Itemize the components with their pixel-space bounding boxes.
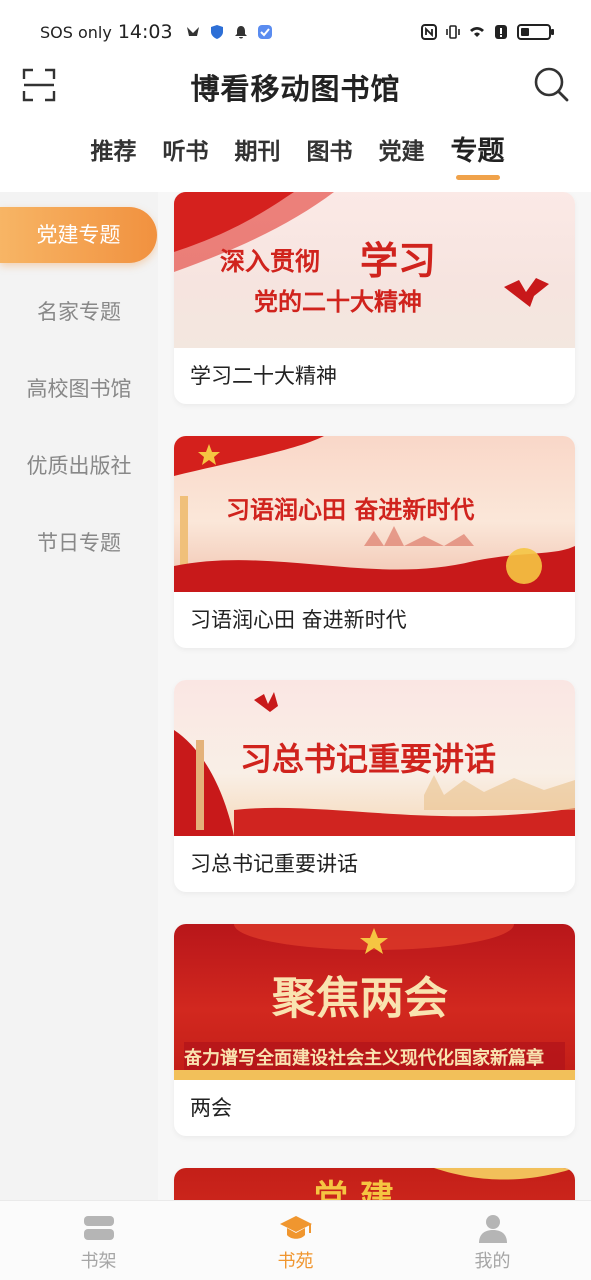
topic-card[interactable]: 习语润心田 奋进新时代 习语润心田 奋进新时代 [174, 436, 575, 648]
clock: 14:03 [117, 21, 173, 43]
status-bar: SOS only 14:03 [0, 0, 591, 64]
topic-banner: 习总书记重要讲话 [174, 680, 575, 836]
alert-icon [495, 25, 507, 39]
topic-list: 深入贯彻 学习 党的二十大精神 学习二十大精神 习语润心田 奋进新时代 习语润心… [158, 192, 591, 1200]
topic-banner: 聚焦两会 奋力谱写全面建设社会主义现代化国家新篇章 [174, 924, 575, 1080]
bookshelf-icon [83, 1216, 114, 1240]
user-icon [478, 1215, 507, 1243]
app-notification-icon [186, 27, 199, 36]
topic-banner: 习语润心田 奋进新时代 [174, 436, 575, 592]
tab-audiobooks[interactable]: 听书 [163, 130, 209, 174]
shield-icon [210, 25, 223, 39]
sidebar-item-quality-publishers[interactable]: 优质出版社 [0, 438, 158, 494]
graduation-cap-icon [279, 1216, 312, 1239]
nav-label: 我的 [474, 1251, 511, 1272]
sidebar-item-holiday-topics[interactable]: 节日专题 [0, 515, 158, 571]
bottom-navigation: 书架 书苑 我的 [0, 1200, 591, 1280]
category-tabs: 推荐 听书 期刊 图书 党建 专题 [0, 130, 591, 186]
banner-text: 习语润心田 奋进新时代 [226, 495, 475, 524]
sidebar-item-party-topics[interactable]: 党建专题 [0, 207, 157, 263]
topic-card[interactable]: 深入贯彻 学习 党的二十大精神 学习二十大精神 [174, 192, 575, 404]
banner-sub: 奋力谱写全面建设社会主义现代化国家新篇章 [184, 1048, 544, 1069]
banner-big: 学习 [360, 238, 437, 283]
banner-text: 习总书记重要讲话 [240, 740, 497, 778]
topic-card[interactable]: 聚焦两会 奋力谱写全面建设社会主义现代化国家新篇章 两会 [174, 924, 575, 1136]
topic-title: 两会 [190, 1096, 232, 1120]
bell-icon [234, 26, 247, 39]
banner-line1: 深入贯彻 [220, 247, 321, 276]
nfc-icon [421, 24, 437, 40]
battery-icon [517, 24, 554, 40]
nav-profile[interactable]: 我的 [394, 1201, 591, 1280]
banner-line2: 党的二十大精神 [254, 287, 422, 316]
app-icon [257, 25, 272, 39]
banner-big: 聚焦两会 [272, 973, 448, 1024]
vibrate-icon [446, 25, 460, 39]
nav-bookshelf[interactable]: 书架 [0, 1201, 197, 1280]
topic-card[interactable]: 党 建 [174, 1168, 575, 1200]
tab-topics[interactable]: 专题 [451, 130, 505, 174]
topic-title: 习语润心田 奋进新时代 [190, 608, 407, 632]
app-title: 博看移动图书馆 [190, 72, 401, 106]
sidebar-item-famous-authors[interactable]: 名家专题 [0, 284, 158, 340]
wifi-icon [470, 27, 484, 37]
nav-label: 书苑 [277, 1251, 314, 1272]
topic-banner: 党 建 [174, 1168, 575, 1200]
tab-recommend[interactable]: 推荐 [91, 130, 137, 174]
topic-card[interactable]: 习总书记重要讲话 习总书记重要讲话 [174, 680, 575, 892]
topic-sidebar: 党建专题 名家专题 高校图书馆 优质出版社 节日专题 [0, 192, 158, 1200]
search-icon[interactable] [533, 66, 569, 102]
nav-label: 书架 [80, 1251, 117, 1272]
tab-journals[interactable]: 期刊 [235, 130, 281, 174]
tab-party-building[interactable]: 党建 [379, 130, 425, 174]
nav-library[interactable]: 书苑 [197, 1201, 394, 1280]
sos-indicator: SOS only [40, 22, 112, 42]
topic-title: 习总书记重要讲话 [190, 852, 358, 876]
tab-books[interactable]: 图书 [307, 130, 353, 174]
topic-banner: 深入贯彻 学习 党的二十大精神 [174, 192, 575, 348]
app-header: 博看移动图书馆 [0, 64, 591, 124]
sidebar-item-university-libraries[interactable]: 高校图书馆 [0, 361, 158, 417]
banner-text: 党 建 [314, 1178, 394, 1200]
topic-title: 学习二十大精神 [190, 364, 337, 388]
